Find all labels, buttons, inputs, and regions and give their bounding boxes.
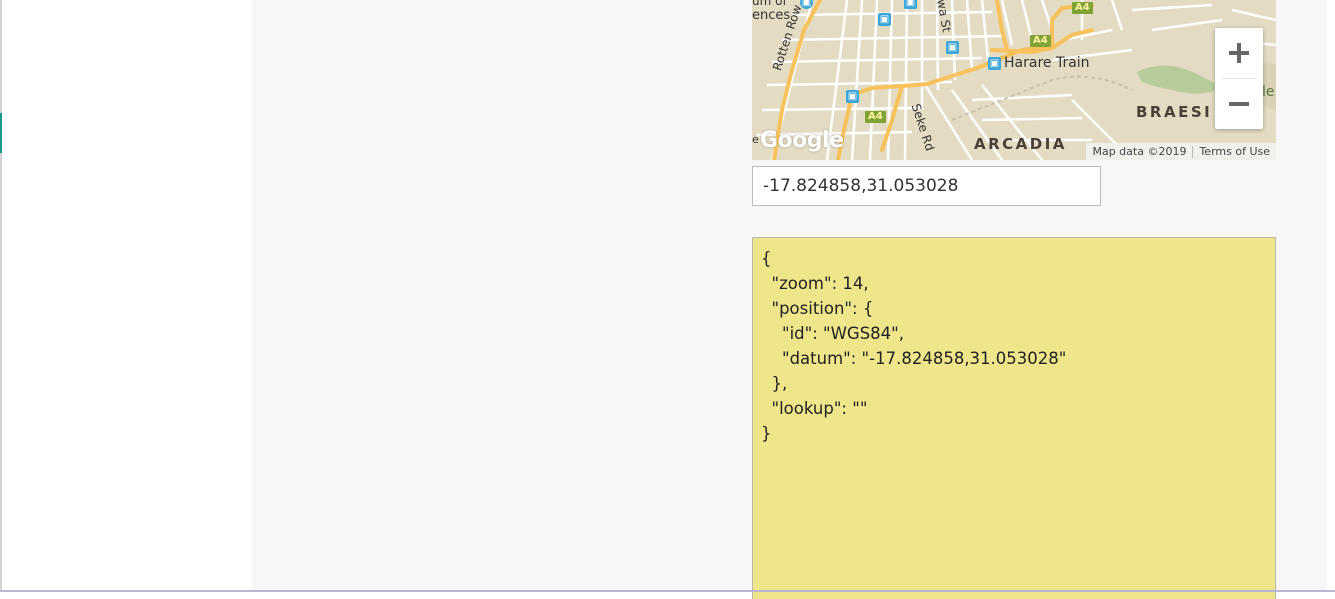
zoom-out-button[interactable] <box>1215 79 1263 129</box>
minus-icon <box>1229 102 1249 106</box>
right-gutter <box>1326 0 1335 590</box>
a4-route-shield: A4 <box>1030 35 1051 47</box>
plus-icon-vertical <box>1237 43 1241 63</box>
map-label-partial-left: e <box>752 133 759 146</box>
bus-station-icon[interactable]: ▣ <box>878 13 891 26</box>
map-zoom-control <box>1215 28 1263 129</box>
a4-route-shield: A4 <box>1072 2 1093 14</box>
a4-route-shield: A4 <box>865 111 886 123</box>
terms-of-use-link[interactable]: Terms of Use <box>1193 145 1276 158</box>
train-station-icon[interactable]: ▣ <box>988 57 1001 70</box>
map-label-partial-right: le <box>1262 84 1275 100</box>
coordinate-input[interactable] <box>752 166 1101 206</box>
map-label-braeside: BRAESI <box>1136 103 1213 121</box>
map-attribution: Map data ©2019 Terms of Use <box>1086 143 1276 160</box>
map-label-harare-train: Harare Train <box>1004 55 1090 71</box>
json-output-textarea[interactable]: { "zoom": 14, "position": { "id": "WGS84… <box>752 237 1276 599</box>
sidebar <box>2 0 252 590</box>
map-label-sciences-top: um of <box>752 0 787 8</box>
map-view[interactable]: um of ences Rotten Row Seke Rd wa St Har… <box>752 0 1276 160</box>
google-logo[interactable]: Google <box>760 128 844 153</box>
bus-station-icon[interactable]: ▣ <box>846 90 859 103</box>
bus-station-icon[interactable]: ▣ <box>904 0 917 9</box>
bus-station-icon[interactable]: ▣ <box>946 41 959 54</box>
zoom-in-button[interactable] <box>1215 28 1263 78</box>
map-data-credit: Map data ©2019 <box>1092 145 1187 158</box>
map-label-arcadia: ARCADIA <box>974 135 1067 153</box>
